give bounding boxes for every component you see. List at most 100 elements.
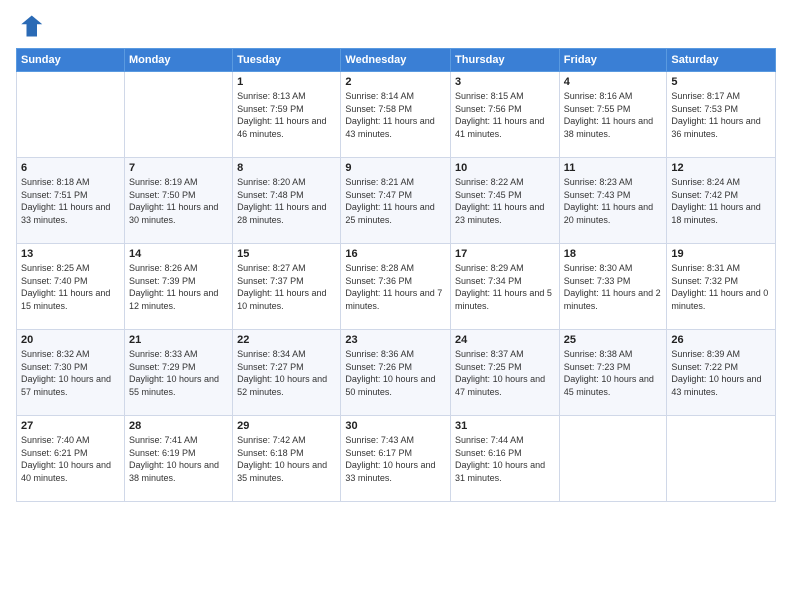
day-cell: 28 Sunrise: 7:41 AMSunset: 6:19 PMDayligh… <box>124 416 232 502</box>
day-info: Sunrise: 8:15 AMSunset: 7:56 PMDaylight:… <box>455 90 555 140</box>
day-info: Sunrise: 8:24 AMSunset: 7:42 PMDaylight:… <box>671 176 771 226</box>
week-row: 20 Sunrise: 8:32 AMSunset: 7:30 PMDayligh… <box>17 330 776 416</box>
day-info: Sunrise: 8:34 AMSunset: 7:27 PMDaylight:… <box>237 348 336 398</box>
header-row: SundayMondayTuesdayWednesdayThursdayFrid… <box>17 49 776 72</box>
day-info: Sunrise: 8:39 AMSunset: 7:22 PMDaylight:… <box>671 348 771 398</box>
day-info: Sunrise: 8:29 AMSunset: 7:34 PMDaylight:… <box>455 262 555 312</box>
day-info: Sunrise: 8:33 AMSunset: 7:29 PMDaylight:… <box>129 348 228 398</box>
logo <box>16 12 48 40</box>
day-cell <box>124 72 232 158</box>
day-cell: 20 Sunrise: 8:32 AMSunset: 7:30 PMDayligh… <box>17 330 125 416</box>
calendar-table: SundayMondayTuesdayWednesdayThursdayFrid… <box>16 48 776 502</box>
col-header-sunday: Sunday <box>17 49 125 72</box>
day-cell: 9 Sunrise: 8:21 AMSunset: 7:47 PMDaylight… <box>341 158 451 244</box>
day-cell: 25 Sunrise: 8:38 AMSunset: 7:23 PMDayligh… <box>559 330 667 416</box>
day-number: 22 <box>237 334 336 346</box>
day-number: 18 <box>564 248 663 260</box>
day-number: 28 <box>129 420 228 432</box>
day-number: 11 <box>564 162 663 174</box>
day-number: 20 <box>21 334 120 346</box>
day-number: 25 <box>564 334 663 346</box>
day-info: Sunrise: 8:17 AMSunset: 7:53 PMDaylight:… <box>671 90 771 140</box>
day-number: 23 <box>345 334 446 346</box>
day-info: Sunrise: 8:31 AMSunset: 7:32 PMDaylight:… <box>671 262 771 312</box>
day-cell: 2 Sunrise: 8:14 AMSunset: 7:58 PMDaylight… <box>341 72 451 158</box>
week-row: 27Sunrise: 7:40 AMSunset: 6:21 PMDayligh… <box>17 416 776 502</box>
day-info: Sunrise: 8:36 AMSunset: 7:26 PMDaylight:… <box>345 348 446 398</box>
day-number: 3 <box>455 76 555 88</box>
day-info: Sunrise: 8:16 AMSunset: 7:55 PMDaylight:… <box>564 90 663 140</box>
day-info: Sunrise: 7:41 AMSunset: 6:19 PMDaylight:… <box>129 434 228 484</box>
page: SundayMondayTuesdayWednesdayThursdayFrid… <box>0 0 792 612</box>
day-info: Sunrise: 8:37 AMSunset: 7:25 PMDaylight:… <box>455 348 555 398</box>
day-number: 9 <box>345 162 446 174</box>
day-cell: 22 Sunrise: 8:34 AMSunset: 7:27 PMDayligh… <box>233 330 341 416</box>
day-cell: 1 Sunrise: 8:13 AMSunset: 7:59 PMDaylight… <box>233 72 341 158</box>
col-header-friday: Friday <box>559 49 667 72</box>
day-number: 1 <box>237 76 336 88</box>
day-number: 29 <box>237 420 336 432</box>
day-cell: 5 Sunrise: 8:17 AMSunset: 7:53 PMDaylight… <box>667 72 776 158</box>
header <box>16 12 776 40</box>
day-info: Sunrise: 7:42 AMSunset: 6:18 PMDaylight:… <box>237 434 336 484</box>
logo-icon <box>16 12 44 40</box>
day-number: 10 <box>455 162 555 174</box>
day-number: 6 <box>21 162 120 174</box>
day-cell: 15Sunrise: 8:27 AMSunset: 7:37 PMDayligh… <box>233 244 341 330</box>
day-cell: 31 Sunrise: 7:44 AMSunset: 6:16 PMDayligh… <box>451 416 560 502</box>
day-cell: 27Sunrise: 7:40 AMSunset: 6:21 PMDayligh… <box>17 416 125 502</box>
day-cell: 17 Sunrise: 8:29 AMSunset: 7:34 PMDayligh… <box>451 244 560 330</box>
day-number: 8 <box>237 162 336 174</box>
day-cell: 18Sunrise: 8:30 AMSunset: 7:33 PMDayligh… <box>559 244 667 330</box>
day-cell: 4 Sunrise: 8:16 AMSunset: 7:55 PMDaylight… <box>559 72 667 158</box>
day-info: Sunrise: 8:32 AMSunset: 7:30 PMDaylight:… <box>21 348 120 398</box>
day-cell: 12 Sunrise: 8:24 AMSunset: 7:42 PMDayligh… <box>667 158 776 244</box>
day-number: 14 <box>129 248 228 260</box>
day-cell: 14 Sunrise: 8:26 AMSunset: 7:39 PMDayligh… <box>124 244 232 330</box>
day-number: 21 <box>129 334 228 346</box>
day-info: Sunrise: 8:22 AMSunset: 7:45 PMDaylight:… <box>455 176 555 226</box>
day-info: Sunrise: 8:26 AMSunset: 7:39 PMDaylight:… <box>129 262 228 312</box>
day-info: Sunrise: 8:23 AMSunset: 7:43 PMDaylight:… <box>564 176 663 226</box>
day-cell: 21 Sunrise: 8:33 AMSunset: 7:29 PMDayligh… <box>124 330 232 416</box>
day-number: 24 <box>455 334 555 346</box>
day-number: 12 <box>671 162 771 174</box>
day-info: Sunrise: 8:13 AMSunset: 7:59 PMDaylight:… <box>237 90 336 140</box>
day-cell: 24 Sunrise: 8:37 AMSunset: 7:25 PMDayligh… <box>451 330 560 416</box>
col-header-saturday: Saturday <box>667 49 776 72</box>
day-cell: 13 Sunrise: 8:25 AMSunset: 7:40 PMDayligh… <box>17 244 125 330</box>
day-number: 4 <box>564 76 663 88</box>
day-number: 5 <box>671 76 771 88</box>
day-cell: 30Sunrise: 7:43 AMSunset: 6:17 PMDayligh… <box>341 416 451 502</box>
day-cell: 7 Sunrise: 8:19 AMSunset: 7:50 PMDaylight… <box>124 158 232 244</box>
day-info: Sunrise: 8:20 AMSunset: 7:48 PMDaylight:… <box>237 176 336 226</box>
day-cell <box>17 72 125 158</box>
day-cell: 26 Sunrise: 8:39 AMSunset: 7:22 PMDayligh… <box>667 330 776 416</box>
day-info: Sunrise: 8:25 AMSunset: 7:40 PMDaylight:… <box>21 262 120 312</box>
day-number: 2 <box>345 76 446 88</box>
day-number: 16 <box>345 248 446 260</box>
day-info: Sunrise: 8:19 AMSunset: 7:50 PMDaylight:… <box>129 176 228 226</box>
day-info: Sunrise: 8:27 AMSunset: 7:37 PMDaylight:… <box>237 262 336 312</box>
day-cell: 10 Sunrise: 8:22 AMSunset: 7:45 PMDayligh… <box>451 158 560 244</box>
day-number: 7 <box>129 162 228 174</box>
day-number: 31 <box>455 420 555 432</box>
day-info: Sunrise: 7:40 AMSunset: 6:21 PMDaylight:… <box>21 434 120 484</box>
day-info: Sunrise: 7:44 AMSunset: 6:16 PMDaylight:… <box>455 434 555 484</box>
day-cell: 23 Sunrise: 8:36 AMSunset: 7:26 PMDayligh… <box>341 330 451 416</box>
day-info: Sunrise: 8:14 AMSunset: 7:58 PMDaylight:… <box>345 90 446 140</box>
day-number: 13 <box>21 248 120 260</box>
day-info: Sunrise: 7:43 AMSunset: 6:17 PMDaylight:… <box>345 434 446 484</box>
col-header-tuesday: Tuesday <box>233 49 341 72</box>
day-number: 17 <box>455 248 555 260</box>
week-row: 13 Sunrise: 8:25 AMSunset: 7:40 PMDayligh… <box>17 244 776 330</box>
day-cell <box>559 416 667 502</box>
day-cell: 11 Sunrise: 8:23 AMSunset: 7:43 PMDayligh… <box>559 158 667 244</box>
day-info: Sunrise: 8:21 AMSunset: 7:47 PMDaylight:… <box>345 176 446 226</box>
day-number: 26 <box>671 334 771 346</box>
day-info: Sunrise: 8:38 AMSunset: 7:23 PMDaylight:… <box>564 348 663 398</box>
day-cell: 16Sunrise: 8:28 AMSunset: 7:36 PMDayligh… <box>341 244 451 330</box>
day-info: Sunrise: 8:18 AMSunset: 7:51 PMDaylight:… <box>21 176 120 226</box>
day-cell: 3 Sunrise: 8:15 AMSunset: 7:56 PMDaylight… <box>451 72 560 158</box>
week-row: 6 Sunrise: 8:18 AMSunset: 7:51 PMDaylight… <box>17 158 776 244</box>
